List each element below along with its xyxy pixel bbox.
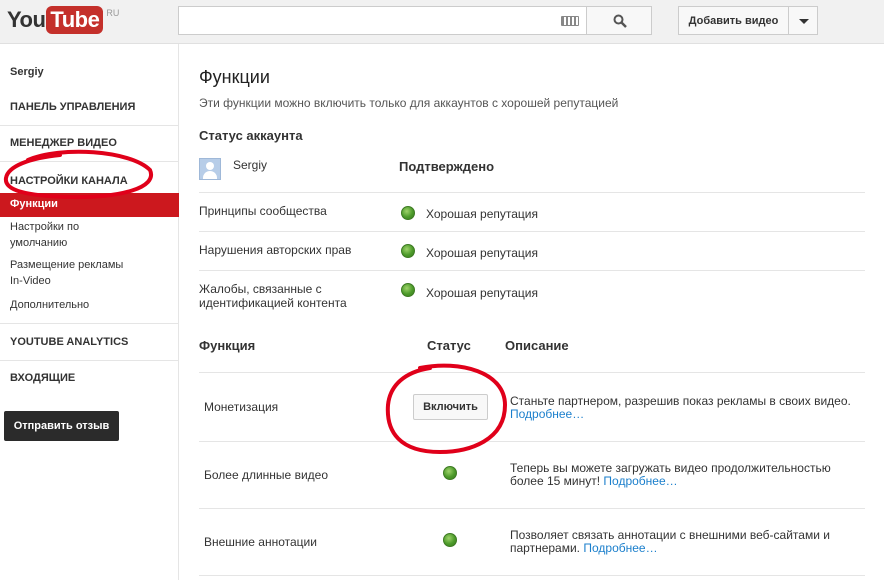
divider	[199, 372, 865, 373]
enable-monetization-button[interactable]: Включить	[413, 394, 488, 420]
good-standing-icon	[401, 283, 415, 297]
divider	[199, 575, 865, 576]
sidebar-username[interactable]: Sergiy	[10, 66, 44, 78]
search-input[interactable]	[178, 6, 586, 35]
feature-description-text: Станьте партнером, разрешив показ реклам…	[510, 394, 851, 408]
features-col-function: Функция	[199, 338, 256, 353]
search-button[interactable]	[586, 6, 652, 35]
enabled-status-icon	[443, 466, 457, 480]
masthead: You Tube RU Добавить видео	[0, 0, 884, 44]
sidebar-item-channel-settings[interactable]: НАСТРОЙКИ КАНАЛА	[10, 175, 128, 187]
status-row-value: Хорошая репутация	[426, 286, 538, 300]
sidebar-item-invideo-line2[interactable]: In-Video	[10, 275, 51, 287]
youtube-logo[interactable]: You Tube RU	[7, 6, 119, 34]
feature-name: Более длинные видео	[204, 468, 328, 482]
sidebar-item-video-manager[interactable]: МЕНЕДЖЕР ВИДЕО	[10, 137, 117, 149]
divider	[199, 231, 865, 232]
divider	[199, 270, 865, 271]
feature-name: Монетизация	[204, 400, 279, 414]
account-verified-status: Подтверждено	[399, 159, 495, 174]
sidebar-item-advanced[interactable]: Дополнительно	[10, 299, 89, 311]
good-standing-icon	[401, 206, 415, 220]
status-row-label: Принципы сообщества	[199, 204, 327, 218]
account-status-heading: Статус аккаунта	[199, 128, 303, 143]
sidebar-item-invideo[interactable]: Размещение рекламы	[10, 259, 123, 271]
send-feedback-button[interactable]: Отправить отзыв	[4, 411, 119, 441]
logo-tube-text: Tube	[46, 6, 104, 34]
sidebar-item-features[interactable]: Функции	[0, 193, 179, 217]
feature-description: Теперь вы можете загружать видео продолж…	[510, 462, 860, 488]
status-row-label: Жалобы, связанные с	[199, 282, 322, 296]
divider	[0, 323, 179, 324]
sidebar-item-defaults-line2[interactable]: умолчанию	[10, 237, 67, 249]
sidebar-item-inbox[interactable]: ВХОДЯЩИЕ	[10, 372, 75, 384]
feature-description: Станьте партнером, разрешив показ реклам…	[510, 395, 860, 421]
feature-description-text: Позволяет связать аннотации с внешними в…	[510, 528, 830, 555]
keyboard-icon[interactable]	[561, 16, 579, 26]
account-username[interactable]: Sergiy	[233, 158, 267, 172]
upload-button[interactable]: Добавить видео	[678, 6, 788, 35]
upload-dropdown-button[interactable]	[788, 6, 818, 35]
feature-name: Внешние аннотации	[204, 535, 317, 549]
logo-you-text: You	[7, 7, 46, 32]
sidebar-item-defaults[interactable]: Настройки по	[10, 221, 79, 233]
learn-more-link[interactable]: Подробнее…	[603, 474, 677, 488]
status-row-label-line2: идентификацией контента	[199, 296, 347, 310]
sidebar-item-dashboard[interactable]: ПАНЕЛЬ УПРАВЛЕНИЯ	[10, 101, 135, 113]
divider	[199, 508, 865, 509]
sidebar-item-label: Функции	[10, 198, 58, 210]
divider	[0, 161, 179, 162]
sidebar: Sergiy ПАНЕЛЬ УПРАВЛЕНИЯ МЕНЕДЖЕР ВИДЕО …	[0, 44, 179, 580]
divider	[0, 125, 179, 126]
divider	[199, 192, 865, 193]
learn-more-link[interactable]: Подробнее…	[510, 407, 584, 421]
page-title: Функции	[199, 67, 270, 87]
good-standing-icon	[401, 244, 415, 258]
features-col-description: Описание	[505, 338, 569, 353]
enabled-status-icon	[443, 533, 457, 547]
status-row-value: Хорошая репутация	[426, 207, 538, 221]
search-icon	[613, 14, 627, 28]
divider	[0, 360, 179, 361]
status-row-label: Нарушения авторских прав	[199, 243, 352, 257]
logo-region: RU	[106, 8, 120, 18]
learn-more-link[interactable]: Подробнее…	[583, 541, 657, 555]
features-col-status: Статус	[427, 338, 471, 353]
status-row-value: Хорошая репутация	[426, 246, 538, 260]
page-subtitle: Эти функции можно включить только для ак…	[199, 96, 619, 110]
sidebar-item-analytics[interactable]: YOUTUBE ANALYTICS	[10, 336, 128, 348]
avatar	[199, 158, 221, 180]
feature-description: Позволяет связать аннотации с внешними в…	[510, 529, 860, 555]
divider	[199, 441, 865, 442]
